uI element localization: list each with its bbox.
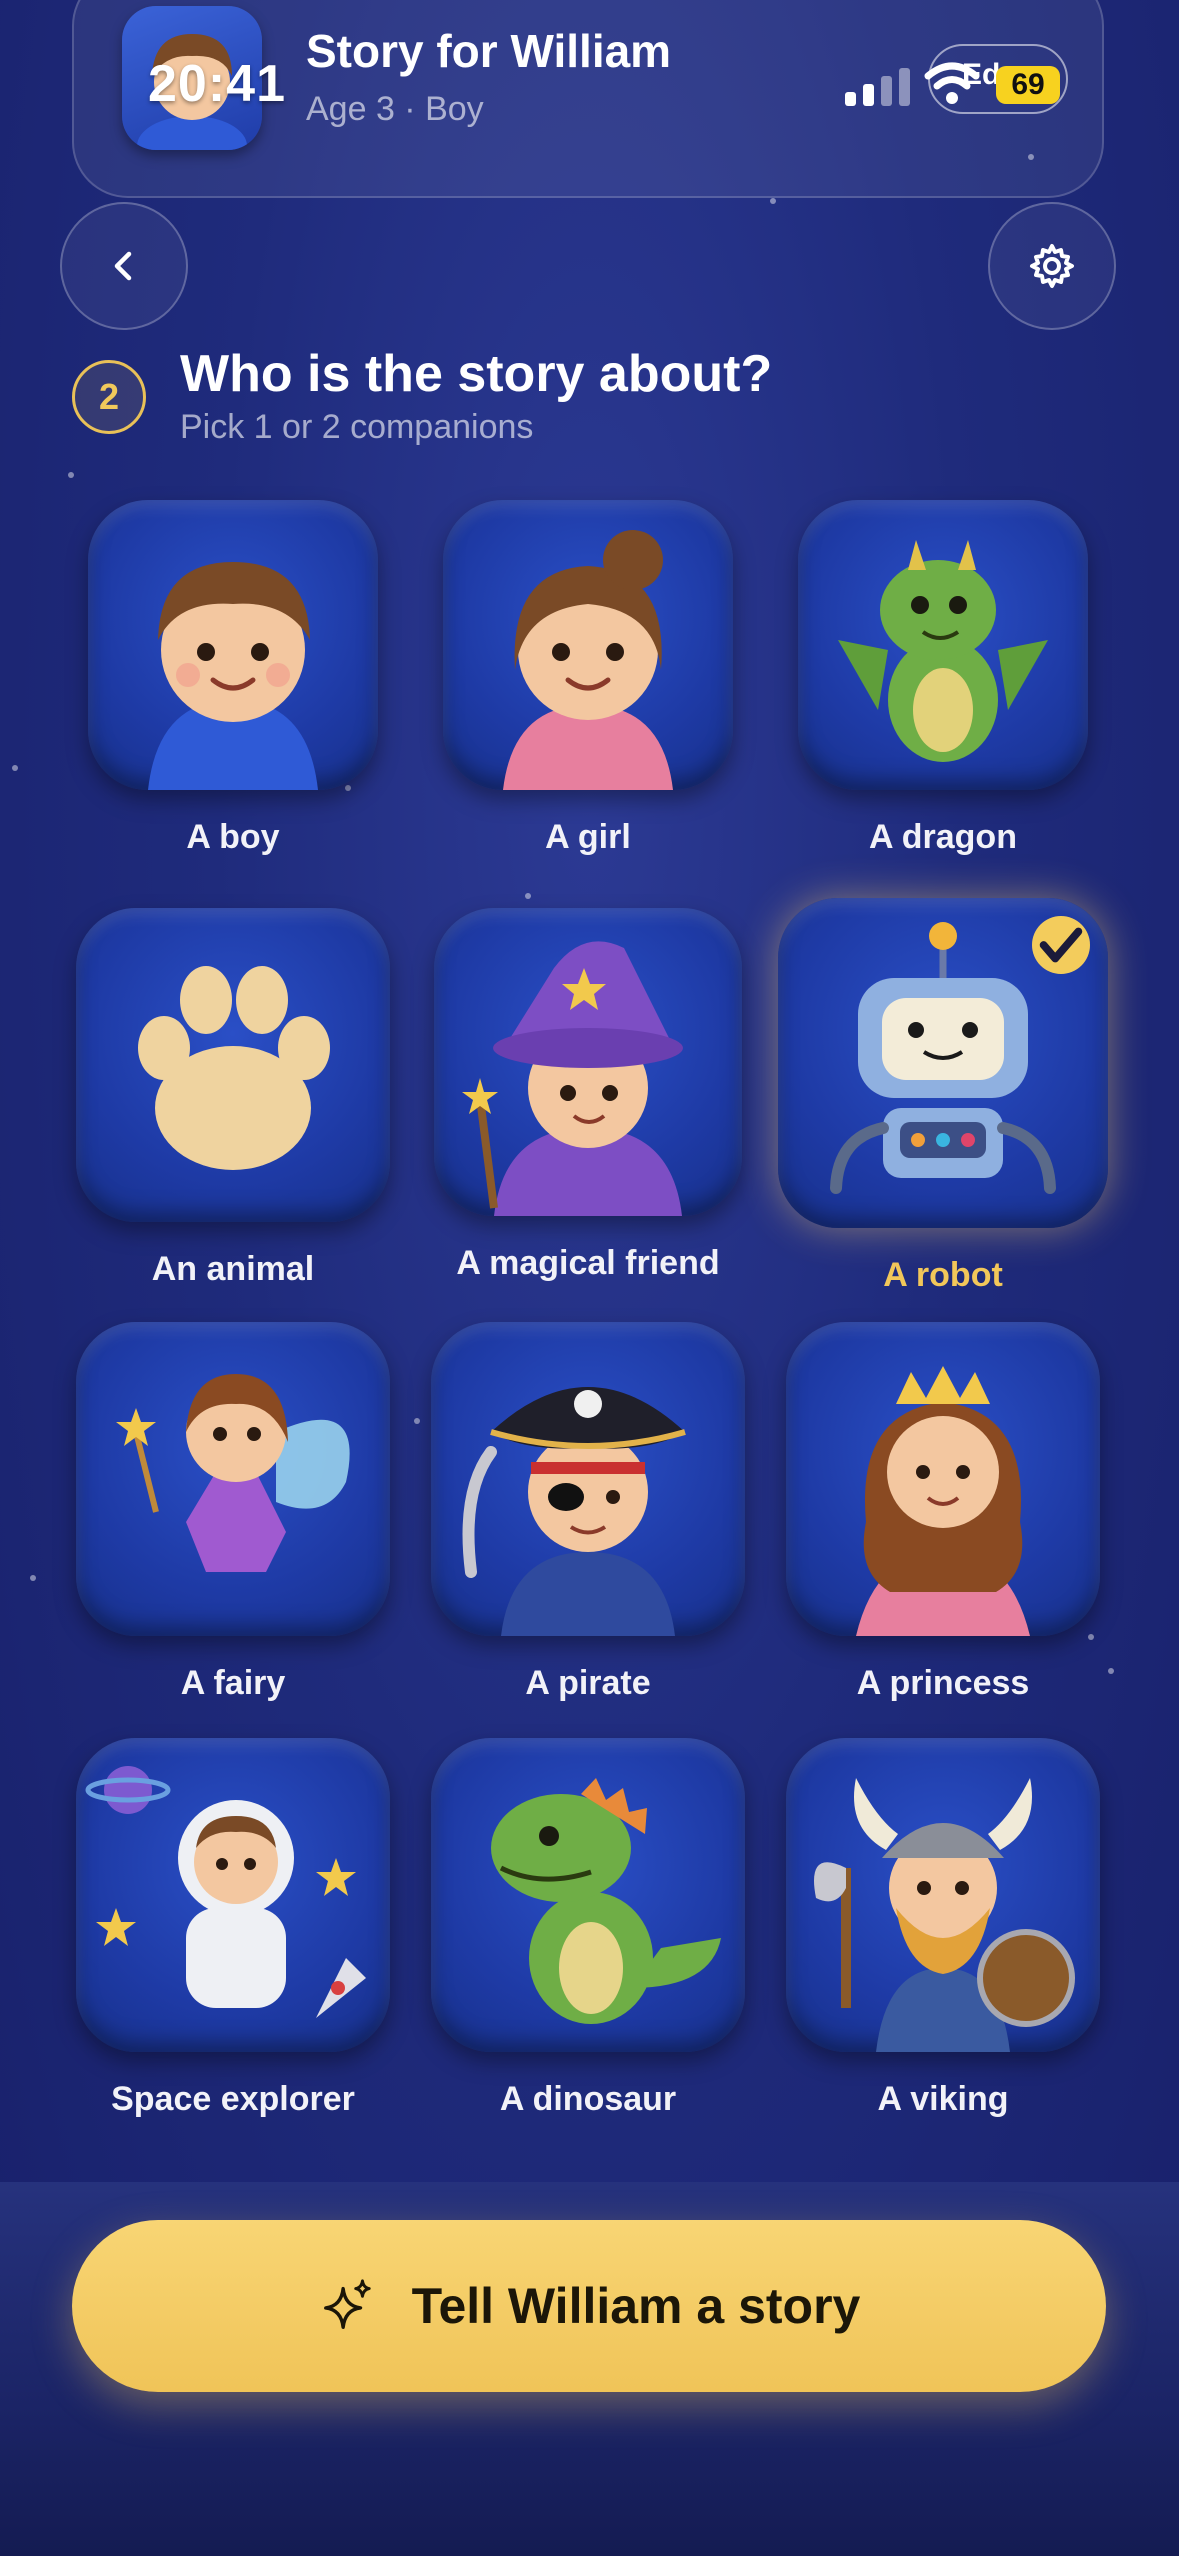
companion-label: An animal [151, 1250, 315, 1288]
gear-icon [1030, 244, 1074, 288]
selected-check-icon [1032, 916, 1090, 974]
pirate-icon [431, 1322, 745, 1636]
companion-label: A magical friend [456, 1244, 720, 1282]
astronaut-icon [76, 1738, 390, 2052]
wizard-icon [434, 908, 742, 1216]
companion-card-viking[interactable]: A viking [783, 1738, 1103, 2119]
companion-label: A princess [856, 1664, 1030, 1702]
companion-label: A fairy [180, 1664, 286, 1702]
status-time: 20:41 [148, 55, 286, 113]
companion-label: A pirate [525, 1664, 651, 1702]
companion-label: A girl [545, 818, 631, 856]
header-subtitle: Age 3 · Boy [306, 90, 484, 128]
girl-icon [443, 500, 733, 790]
step-number-badge: 2 [72, 360, 146, 434]
dragon-icon [798, 500, 1088, 790]
dinosaur-icon [431, 1738, 745, 2052]
tell-story-label: Tell William a story [411, 2278, 861, 2334]
companion-label: A robot [883, 1256, 1003, 1294]
battery-level: 69 [1011, 68, 1045, 101]
robot-icon [778, 898, 1108, 1228]
back-button[interactable] [60, 202, 188, 330]
tell-story-button[interactable]: Tell William a story [72, 2220, 1106, 2392]
companion-card-girl[interactable]: A girl [428, 500, 748, 857]
companion-card-princess[interactable]: A princess [783, 1322, 1103, 1703]
header-title: Story for William [306, 25, 672, 77]
companion-card-animal[interactable]: An animal [73, 908, 393, 1289]
battery-indicator: 69 [996, 66, 1060, 104]
companion-card-space-explorer[interactable]: Space explorer [73, 1738, 393, 2119]
settings-button[interactable] [988, 202, 1116, 330]
companion-label: A boy [186, 818, 280, 856]
princess-icon [786, 1322, 1100, 1636]
viking-icon [786, 1738, 1100, 2052]
companion-label: Space explorer [111, 2080, 355, 2118]
cellular-signal-icon [845, 66, 915, 106]
paw-icon [76, 908, 390, 1222]
companion-card-magical-friend[interactable]: A magical friend [428, 908, 748, 1283]
companion-label: A dragon [869, 818, 1017, 856]
companion-card-pirate[interactable]: A pirate [428, 1322, 748, 1703]
companion-card-boy[interactable]: A boy [73, 500, 393, 857]
boy-icon [88, 500, 378, 790]
step-hint: Pick 1 or 2 companions [180, 408, 534, 446]
step-question: Who is the story about? [180, 345, 773, 403]
companion-card-dragon[interactable]: A dragon [783, 500, 1103, 857]
chevron-left-icon [114, 251, 132, 281]
companion-label: A viking [877, 2080, 1009, 2118]
companion-label: A dinosaur [499, 2080, 677, 2118]
companion-card-dinosaur[interactable]: A dinosaur [428, 1738, 748, 2119]
carrier-label: Ed [962, 58, 1001, 91]
companion-card-robot[interactable]: A robot [778, 898, 1108, 1295]
companion-card-fairy[interactable]: A fairy [73, 1322, 393, 1703]
sparkle-icon [323, 2279, 371, 2329]
fairy-icon [76, 1322, 390, 1636]
